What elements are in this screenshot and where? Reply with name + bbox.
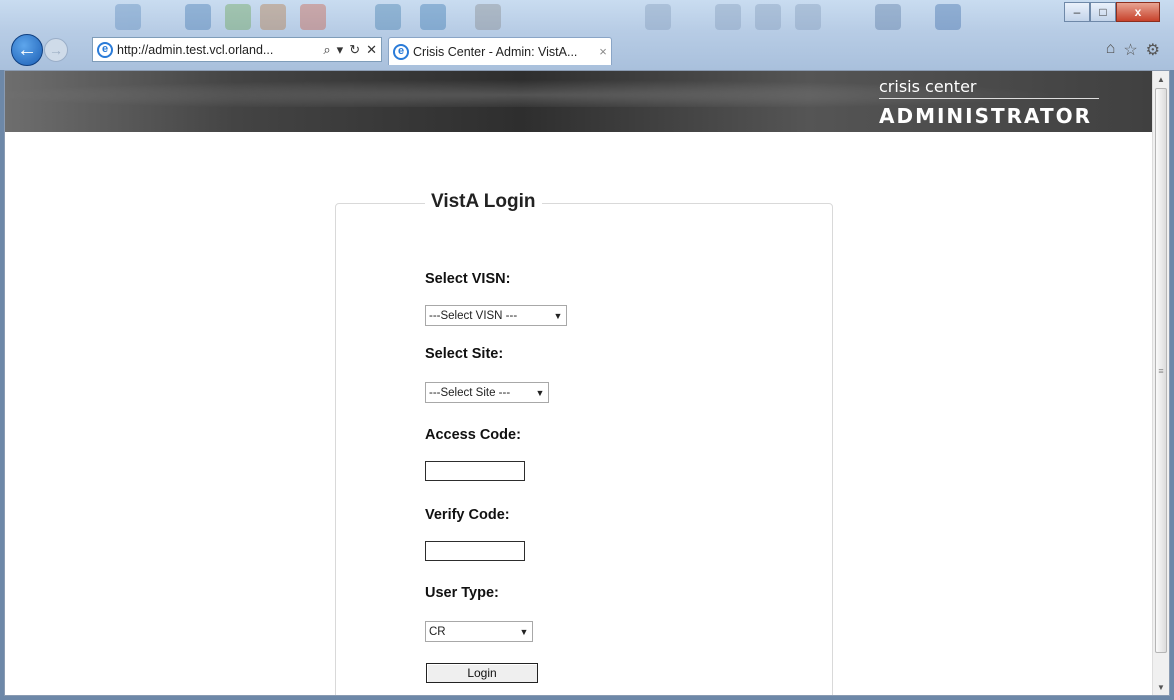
access-code-input[interactable] [425,461,525,481]
browser-chrome: ← → e http://admin.test.vcl.orland... ⌕ … [0,0,1174,70]
header-banner: crisis center ADMINISTRATOR [5,71,1153,132]
home-icon[interactable]: ⌂ [1106,40,1116,60]
address-dropdown-icon[interactable]: ▾ [337,42,344,58]
visn-select-value: ---Select VISN --- [429,309,518,322]
address-bar[interactable]: e http://admin.test.vcl.orland... ⌕ ▾ ↻ … [92,37,382,62]
brand-divider [879,98,1099,99]
browser-right-icons: ⌂ ☆ ⚙ [1106,40,1160,60]
forward-arrow-icon: → [49,42,63,58]
favorites-star-icon[interactable]: ☆ [1123,40,1137,60]
scroll-up-icon[interactable]: ▲ [1153,71,1169,87]
tools-gear-icon[interactable]: ⚙ [1146,40,1160,60]
chevron-down-icon: ▼ [553,310,563,321]
login-button[interactable]: Login [426,663,538,683]
page-viewport: crisis center ADMINISTRATOR VistA Login … [4,70,1170,696]
chevron-down-icon: ▼ [535,387,545,398]
site-label: Select Site: [425,346,504,362]
site-select[interactable]: ---Select Site --- ▼ [425,382,549,403]
verify-code-label: Verify Code: [425,507,510,523]
refresh-icon[interactable]: ↻ [349,42,360,58]
visn-select[interactable]: ---Select VISN --- ▼ [425,305,567,326]
tab-ie-icon: e [393,43,409,60]
scroll-down-icon[interactable]: ▼ [1153,679,1169,695]
stop-icon[interactable]: ✕ [366,42,377,58]
tab-title: Crisis Center - Admin: VistA... [413,44,578,59]
back-arrow-icon: ← [17,38,37,61]
scroll-thumb[interactable]: ≡ [1155,88,1167,653]
tab-close-icon[interactable]: × [595,44,611,59]
brand-subtitle: crisis center [879,77,977,96]
address-url[interactable]: http://admin.test.vcl.orland... [117,43,323,57]
address-tools: ⌕ ▾ ↻ ✕ [323,42,381,58]
site-select-value: ---Select Site --- [429,386,511,399]
verify-code-input[interactable] [425,541,525,561]
visn-label: Select VISN: [425,271,511,287]
login-fieldset [335,203,833,695]
brand-title: ADMINISTRATOR [879,104,1093,128]
maximize-button[interactable]: □ [1090,2,1116,22]
window-controls: – □ x [1064,2,1160,22]
chevron-down-icon: ▼ [519,626,529,637]
scroll-grip-icon: ≡ [1158,365,1164,376]
back-button[interactable]: ← [11,34,43,66]
banner-swoosh [5,77,1153,107]
vertical-scrollbar[interactable]: ▲ ≡ ▼ [1152,71,1169,695]
ie-page-icon: e [97,41,113,58]
user-type-select-value: CR [429,625,446,638]
login-legend: VistA Login [425,191,542,213]
minimize-button[interactable]: – [1064,2,1090,22]
close-window-button[interactable]: x [1116,2,1160,22]
search-icon[interactable]: ⌕ [323,42,330,58]
access-code-label: Access Code: [425,427,521,443]
user-type-label: User Type: [425,585,499,601]
background-taskbar-ghost [55,0,1055,38]
forward-button[interactable]: → [44,38,68,62]
user-type-select[interactable]: CR ▼ [425,621,533,642]
browser-tab[interactable]: e Crisis Center - Admin: VistA... × [388,37,612,65]
